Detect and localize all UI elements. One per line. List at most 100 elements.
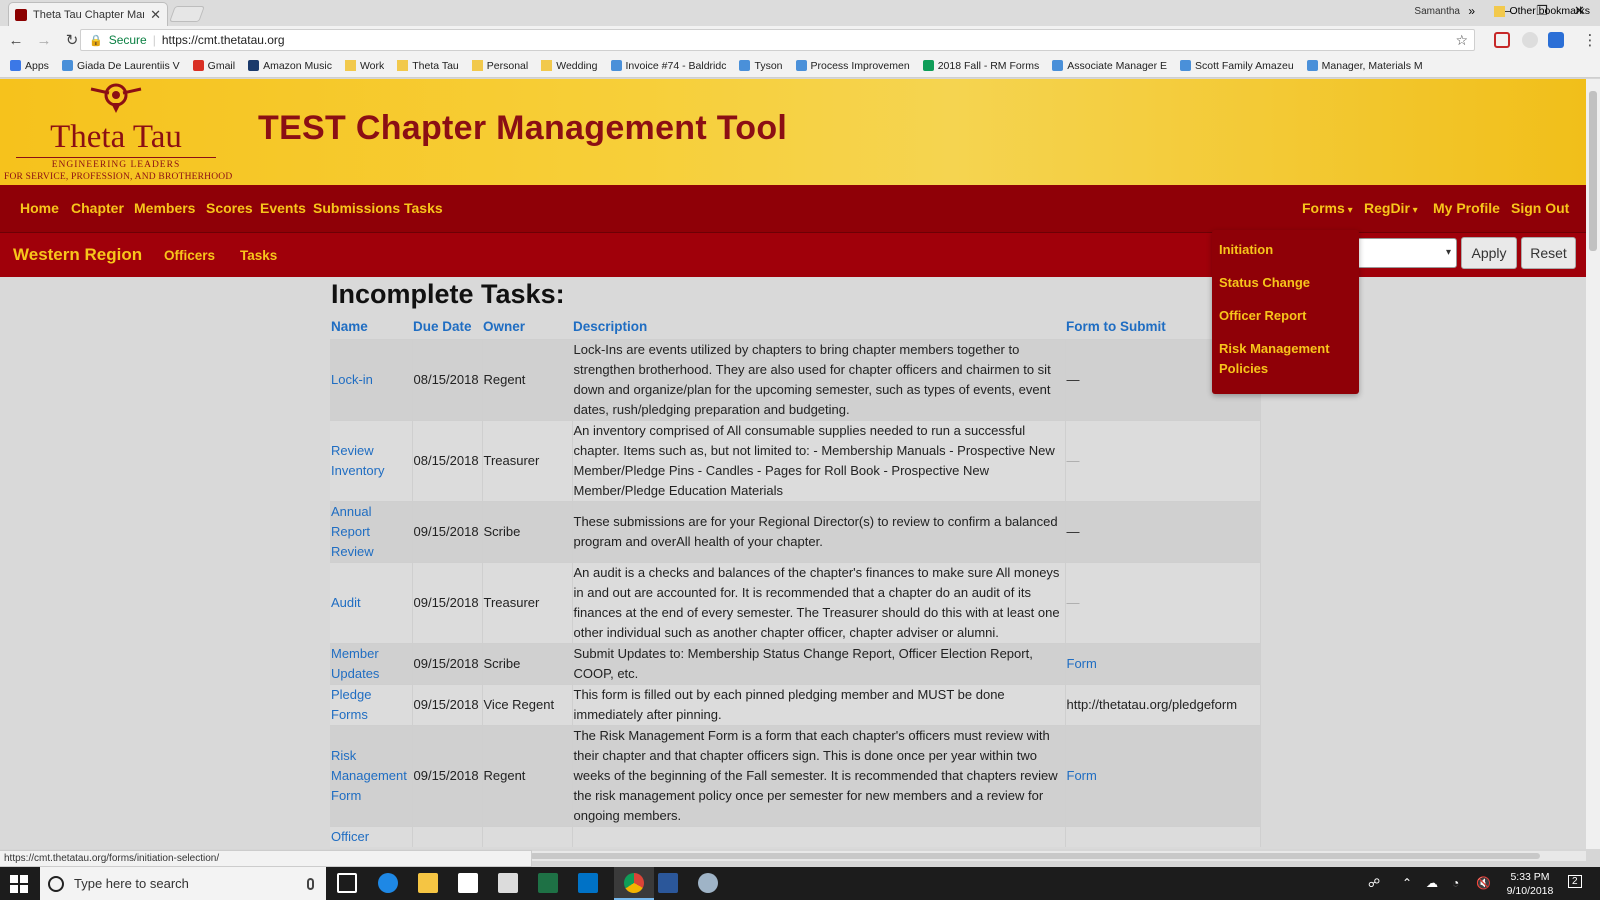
task-due-date-cell: 09/15/2018 <box>412 561 483 643</box>
bookmark-item[interactable]: Gmail <box>192 60 235 72</box>
task-description: Submit Updates to: Membership Status Cha… <box>573 645 1033 681</box>
notification-count-badge[interactable]: 2 <box>1568 875 1582 888</box>
chevron-up-icon[interactable]: ⌃ <box>1402 876 1412 890</box>
bookmark-item[interactable]: Scott Family Amazeu <box>1180 60 1294 72</box>
scrollbar-thumb[interactable] <box>1589 91 1597 251</box>
bookmark-item[interactable]: Giada De Laurentiis V <box>61 60 180 72</box>
bookmarks-overflow-icon[interactable]: » <box>1468 4 1475 18</box>
back-icon[interactable]: ← <box>4 32 28 49</box>
taskbar-search-input[interactable]: Type here to search <box>40 867 326 900</box>
edge-icon[interactable] <box>378 873 398 893</box>
menu-item-risk-management-policies[interactable]: Risk Management Policies <box>1212 339 1359 379</box>
task-owner: Treasurer <box>483 594 540 610</box>
task-form-to-submit[interactable]: Form <box>1067 656 1097 671</box>
bookmark-item[interactable]: Personal <box>471 60 528 72</box>
column-header-due-date[interactable]: Due Date <box>412 315 482 339</box>
nav-chapter[interactable]: Chapter <box>71 200 124 216</box>
taskbar-clock[interactable]: 5:33 PM 9/10/2018 <box>1500 870 1560 898</box>
bookmark-star-icon[interactable]: ☆ <box>1455 32 1468 49</box>
mail-icon[interactable] <box>498 873 518 893</box>
bookmark-item[interactable]: Process Improvemen <box>795 60 910 72</box>
volume-muted-icon[interactable]: 🔇 <box>1476 876 1491 890</box>
nav-regdir-dropdown[interactable]: RegDir <box>1364 200 1418 216</box>
table-row: Annual Report Review 09/15/2018 Scribe Thes… <box>330 500 1261 562</box>
chrome-taskbar-active[interactable] <box>614 867 654 900</box>
task-name-link[interactable]: Risk Management Form <box>331 748 407 803</box>
chrome-menu-icon[interactable]: ⋮ <box>1578 31 1600 49</box>
task-name-link[interactable]: Lock-in <box>331 372 373 387</box>
bookmark-item[interactable]: Manager, Materials M <box>1306 60 1423 72</box>
tab-close-icon[interactable]: ✕ <box>150 7 161 23</box>
menu-item-initiation[interactable]: Initiation <box>1212 240 1359 260</box>
logo-name: Theta Tau <box>50 119 182 155</box>
bookmark-item[interactable]: Wedding <box>541 60 598 72</box>
task-name-link[interactable]: Pledge Forms <box>331 687 371 722</box>
profile-name[interactable]: Samantha <box>1414 6 1460 17</box>
wifi-icon[interactable]: ◔ <box>1452 876 1459 890</box>
horizontal-scrollbar[interactable] <box>530 851 1586 861</box>
file-explorer-icon[interactable] <box>418 873 438 893</box>
task-name-link[interactable]: Audit <box>331 595 361 610</box>
task-view-icon[interactable] <box>337 873 357 893</box>
new-tab-button[interactable] <box>169 6 205 22</box>
search-placeholder: Type here to search <box>74 876 189 891</box>
task-name-link[interactable]: Review Inventory <box>331 443 384 478</box>
forward-icon[interactable]: → <box>32 32 56 49</box>
column-header-owner[interactable]: Owner <box>482 315 572 339</box>
windows-start-icon[interactable] <box>10 875 28 893</box>
nav-home[interactable]: Home <box>20 200 59 216</box>
word-icon[interactable] <box>658 873 678 893</box>
task-name-link[interactable]: Member Updates <box>331 646 379 681</box>
subnav-officers[interactable]: Officers <box>164 248 215 263</box>
menu-item-officer-report[interactable]: Officer Report <box>1212 306 1359 326</box>
bookmark-item[interactable]: Invoice #74 - Baldridc <box>610 60 726 72</box>
outlook-icon[interactable] <box>578 873 598 893</box>
microphone-icon[interactable] <box>307 877 314 890</box>
scrollbar-thumb[interactable] <box>530 853 1540 859</box>
bookmark-item[interactable]: Tyson <box>739 60 783 72</box>
browser-tab[interactable]: Theta Tau Chapter Manag ✕ <box>8 2 168 26</box>
menu-item-status-change[interactable]: Status Change <box>1212 273 1359 293</box>
subnav-tasks[interactable]: Tasks <box>240 248 277 263</box>
column-header-name[interactable]: Name <box>330 315 412 339</box>
column-header-description[interactable]: Description <box>572 315 1065 339</box>
theta-tau-logo[interactable]: Theta Tau ENGINEERING LEADERS FOR SERVIC… <box>4 79 232 185</box>
nav-forms-dropdown[interactable]: Forms <box>1302 200 1353 216</box>
bookmark-item[interactable]: Associate Manager E <box>1052 60 1167 72</box>
other-bookmarks[interactable]: Other bookmarks <box>1494 5 1590 17</box>
onedrive-icon[interactable]: ☁ <box>1426 876 1438 890</box>
nav-my-profile[interactable]: My Profile <box>1433 200 1500 216</box>
task-form-to-submit[interactable]: Form <box>1067 768 1097 783</box>
task-name-link[interactable]: Officer <box>331 829 369 844</box>
extension-circle-icon[interactable] <box>1522 32 1538 48</box>
table-row: Lock-in 08/15/2018 Regent Lock-Ins are even… <box>330 338 1261 420</box>
nav-members[interactable]: Members <box>134 200 195 216</box>
bookmark-item[interactable]: Apps <box>10 60 49 72</box>
task-name-link-cell: Officer <box>330 825 413 847</box>
people-icon[interactable]: ☍ <box>1368 876 1380 890</box>
bookmark-item[interactable]: Amazon Music <box>248 60 332 72</box>
excel-icon[interactable] <box>538 873 558 893</box>
region-title[interactable]: Western Region <box>13 245 142 265</box>
bookmark-item[interactable]: Theta Tau <box>397 60 459 72</box>
filter-select[interactable]: ▾ <box>1350 238 1457 268</box>
extension-screen-icon[interactable] <box>1548 32 1564 48</box>
nav-tasks[interactable]: Tasks <box>404 200 443 216</box>
task-form-to-submit-cell: — <box>1065 561 1261 643</box>
apply-button[interactable]: Apply <box>1461 237 1517 269</box>
nav-sign-out[interactable]: Sign Out <box>1511 200 1569 216</box>
url-input[interactable]: 🔒 Secure | https://cmt.thetatau.org ☆ <box>80 29 1475 51</box>
task-due-date-cell: 09/15/2018 <box>412 642 483 684</box>
task-name-link-cell: Lock-in <box>330 338 413 420</box>
bookmark-item[interactable]: Work <box>344 60 384 72</box>
store-icon[interactable] <box>458 873 478 893</box>
bookmark-item[interactable]: 2018 Fall - RM Forms <box>922 60 1039 72</box>
nav-events[interactable]: Events <box>260 200 306 216</box>
extension-pocket-icon[interactable] <box>1494 32 1510 48</box>
vertical-scrollbar[interactable] <box>1586 79 1600 849</box>
nav-scores[interactable]: Scores <box>206 200 253 216</box>
nav-submissions[interactable]: Submissions <box>313 200 400 216</box>
reset-button[interactable]: Reset <box>1521 237 1576 269</box>
task-name-link[interactable]: Annual Report Review <box>331 504 374 559</box>
app-icon[interactable] <box>698 873 718 893</box>
